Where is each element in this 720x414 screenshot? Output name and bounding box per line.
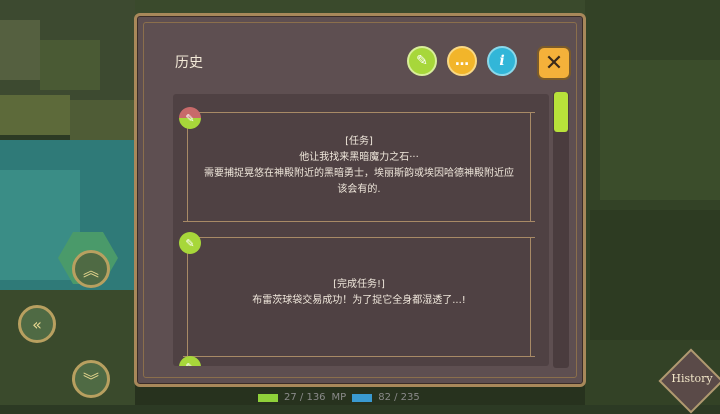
close-icon: ✕ <box>544 50 564 76</box>
entry-line: 该会有的. <box>337 184 381 195</box>
chat-filter-button[interactable]: … <box>447 46 477 76</box>
jump-button[interactable]: ︽ <box>72 250 110 288</box>
quest-flag-icon: ✎ <box>179 107 201 129</box>
chevron-up-icon: ︽ <box>82 261 99 280</box>
info-icon: i <box>499 53 505 69</box>
chat-bubble-icon: … <box>455 53 469 69</box>
entry-line: 布雷茨球袋交易成功！为了捉它全身都湿透了...! <box>252 295 466 306</box>
scrollbar[interactable] <box>553 92 569 368</box>
entry-line: [完成任务!] <box>333 279 385 290</box>
chevron-left-icon: « <box>32 314 42 334</box>
history-list[interactable]: ✎ [任务] 他让我找来黑暗魔力之石··· 需要捕捉晃悠在神殿附近的黑暗勇士，埃… <box>173 94 549 366</box>
list-item: ✎ [完成任务!] 布雷茨球袋交易成功！为了捉它全身都湿透了...! <box>179 232 535 357</box>
mp-label: MP <box>331 392 347 403</box>
quest-scroll-icon: ✎ <box>416 53 428 69</box>
dialog-title: 历史 <box>175 55 203 71</box>
hp-value: 27 / 136 <box>284 392 326 403</box>
history-button-label: History <box>671 372 713 385</box>
move-left-button[interactable]: « <box>18 305 56 343</box>
mp-value: 82 / 235 <box>378 392 420 403</box>
history-dialog: 历史 ✎ … i ✕ ✎ [任务] 他让我找来黑暗魔力之石··· 需要捕捉晃悠在… <box>134 13 586 387</box>
close-button[interactable]: ✕ <box>537 46 571 80</box>
mp-bar <box>352 393 373 402</box>
scrollbar-thumb[interactable] <box>554 92 568 132</box>
quest-complete-icon: ✎ <box>179 356 201 366</box>
hp-bar <box>258 393 278 402</box>
list-item: ✎ [任务] 他让我找来黑暗魔力之石··· 需要捕捉晃悠在神殿附近的黑暗勇士，埃… <box>179 107 535 222</box>
chevron-down-icon: ︾ <box>82 371 99 390</box>
player-status-bar: 27 / 136 MP 82 / 235 <box>258 390 420 405</box>
info-filter-button[interactable]: i <box>487 46 517 76</box>
entry-line: [任务] <box>345 136 373 147</box>
quest-complete-icon: ✎ <box>179 232 201 254</box>
entry-line: 需要捕捉晃悠在神殿附近的黑暗勇士，埃丽斯韵或埃因哈德神殿附近应 <box>204 168 514 179</box>
quest-filter-button[interactable]: ✎ <box>407 46 437 76</box>
entry-line: 他让我找来黑暗魔力之石··· <box>299 152 419 163</box>
move-down-button[interactable]: ︾ <box>72 360 110 398</box>
